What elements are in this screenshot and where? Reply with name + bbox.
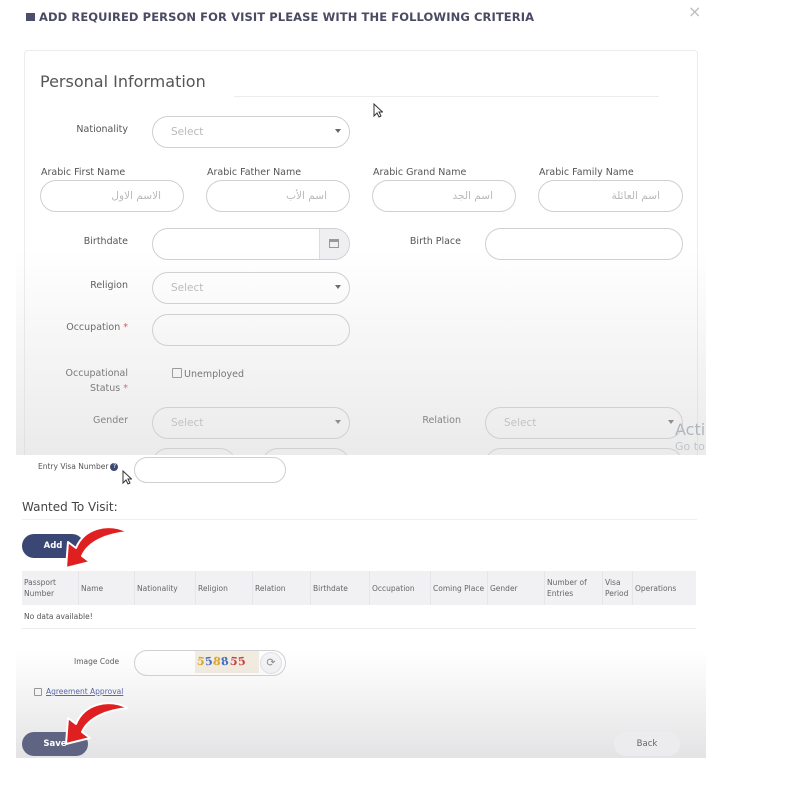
unemployed-label: Unemployed [184,369,245,380]
red-arrow-annotation-icon [65,526,128,569]
mouse-cursor-icon [373,103,383,118]
entry-visa-label: Entry Visa Number? [38,462,119,471]
partial-input[interactable] [485,448,683,455]
refresh-icon[interactable]: ⟳ [260,652,282,674]
column-header-religion: Religion [195,571,252,605]
visitors-table: Passport Number Name Nationality Religio… [22,571,696,629]
arabic-father-name-input[interactable]: اسم الأب [206,180,350,212]
column-header-coming-place: Coming Place [430,571,487,605]
birth-place-label: Birth Place [409,236,461,247]
section-title: Personal Information [40,72,206,91]
activate-windows-subtext: Go to [675,440,705,453]
arabic-first-name-input[interactable]: الاسم الاول [40,180,184,212]
wanted-to-visit-title: Wanted To Visit: [22,500,118,514]
arabic-first-name-label: Arabic First Name [41,167,126,178]
chevron-down-icon [335,285,341,289]
birthdate-label: Birthdate [83,236,128,247]
religion-select[interactable]: Select [152,272,350,304]
arabic-family-name-label: Arabic Family Name [539,167,634,178]
close-icon[interactable]: × [688,2,701,21]
birthdate-input[interactable] [152,228,350,260]
column-header-gender: Gender [487,571,544,605]
occupational-status-label: Occupational Status * [65,368,128,394]
arabic-father-name-label: Arabic Father Name [207,167,302,178]
partial-input[interactable] [262,448,350,455]
column-header-nationality: Nationality [134,571,195,605]
partial-input[interactable] [152,448,236,455]
mouse-cursor-icon [122,470,132,485]
arabic-grand-name-label: Arabic Grand Name [373,167,467,178]
image-code-label: Image Code [74,657,120,666]
section-divider [234,96,659,97]
nationality-label: Nationality [76,124,128,135]
column-header-visa-period: Visa Period [602,571,632,605]
info-icon[interactable]: ? [110,463,119,471]
activate-windows-text: Activ [675,420,706,439]
gender-label: Gender [92,415,128,426]
relation-label: Relation [422,415,461,426]
occupation-label: Occupation * [66,322,128,333]
chevron-down-icon [668,420,674,424]
modal-title: ADD REQUIRED PERSON FOR VISIT PLEASE WIT… [26,10,534,24]
captcha-image: 558855 [195,651,259,673]
column-header-occupation: Occupation [369,571,430,605]
title-square-icon [26,13,35,21]
column-header-number-of-entries: Number of Entries [544,571,602,605]
gender-select[interactable]: Select [152,407,350,439]
occupation-input[interactable] [152,314,350,346]
column-header-birthdate: Birthdate [310,571,369,605]
column-header-relation: Relation [252,571,310,605]
entry-visa-input[interactable] [134,457,286,483]
back-button[interactable]: Back [614,732,680,756]
agreement-checkbox[interactable] [34,688,42,696]
calendar-icon[interactable] [319,229,349,259]
birth-place-input[interactable] [485,228,683,260]
arabic-grand-name-input[interactable]: اسم الجد [372,180,516,212]
unemployed-checkbox[interactable] [172,368,182,378]
table-empty-message: No data available! [22,605,696,629]
nationality-select[interactable]: Select [152,116,350,148]
chevron-down-icon [335,420,341,424]
relation-select[interactable]: Select [485,407,683,439]
personal-info-modal: ADD REQUIRED PERSON FOR VISIT PLEASE WIT… [16,0,706,455]
arabic-family-name-input[interactable]: اسم العائلة [538,180,683,212]
red-arrow-annotation-icon [65,702,128,745]
captcha-char: 5 [236,654,247,669]
chevron-down-icon [335,129,341,133]
religion-label: Religion [90,280,128,291]
column-header-operations: Operations [632,571,696,605]
